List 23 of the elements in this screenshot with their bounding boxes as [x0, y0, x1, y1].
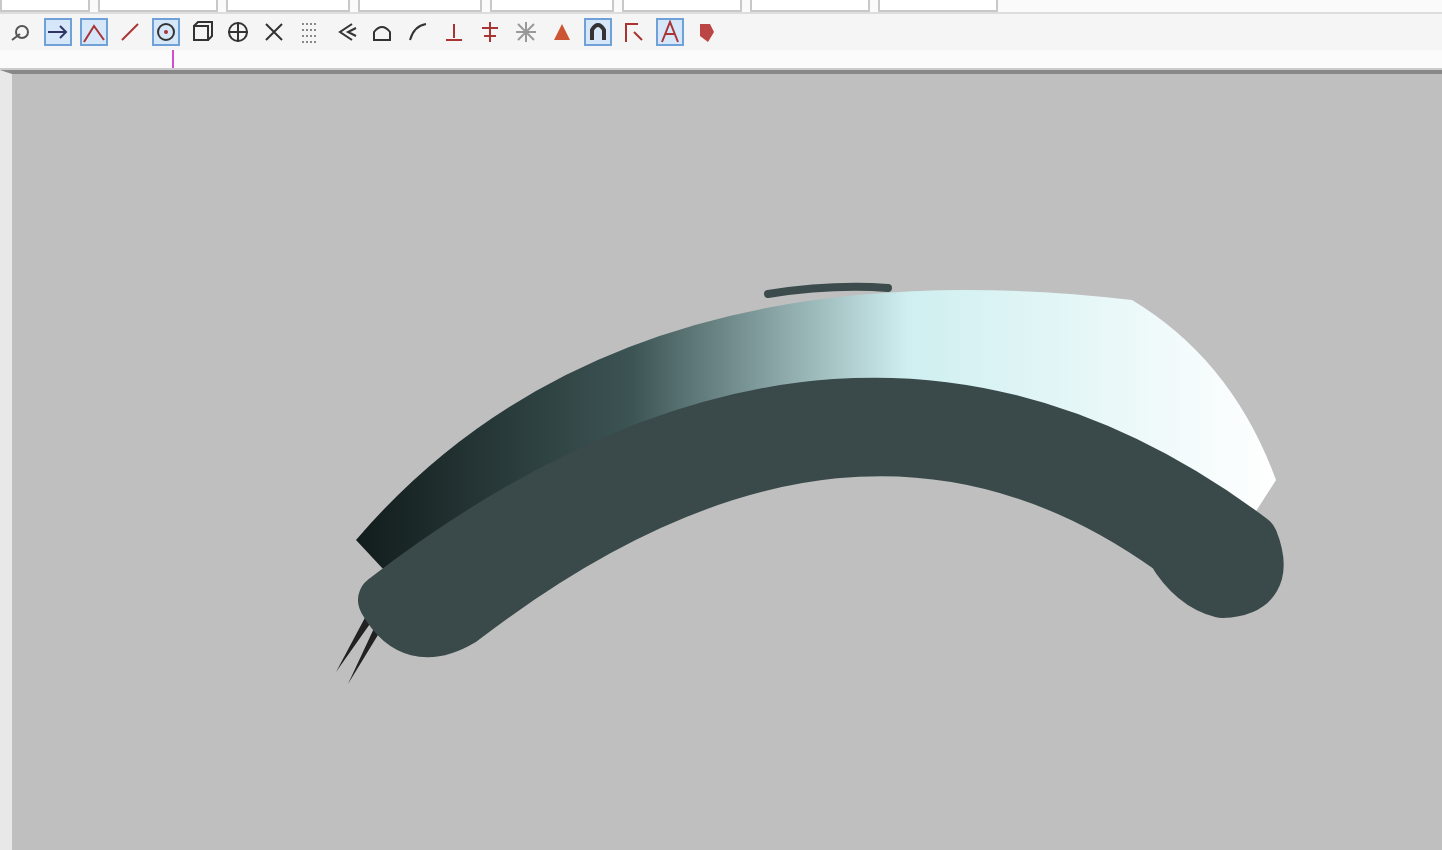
line-tool-button[interactable]	[116, 18, 144, 46]
cube-tool-button[interactable]	[188, 18, 216, 46]
crosshair-tool-button[interactable]	[224, 18, 252, 46]
dropdown-field[interactable]	[226, 0, 350, 12]
tee-tool-button[interactable]	[440, 18, 468, 46]
dropdown-field[interactable]	[0, 0, 90, 12]
dropdown-field[interactable]	[878, 0, 998, 12]
magnet-tool-button[interactable]	[584, 18, 612, 46]
cursor-marker	[172, 50, 174, 68]
letter-tool-button[interactable]	[656, 18, 684, 46]
angle-tool-button[interactable]	[80, 18, 108, 46]
cross-tool-button[interactable]	[260, 18, 288, 46]
arrow-tool-button[interactable]	[44, 18, 72, 46]
dropdown-field[interactable]	[490, 0, 614, 12]
curve-tool-button[interactable]	[404, 18, 432, 46]
dropdown-field[interactable]	[358, 0, 482, 12]
star-tool-button[interactable]	[512, 18, 540, 46]
dropdown-field[interactable]	[750, 0, 870, 12]
dropdown-field[interactable]	[622, 0, 742, 12]
circle-tool-button[interactable]	[152, 18, 180, 46]
dropdown-field[interactable]	[98, 0, 218, 12]
corner-tool-button[interactable]	[620, 18, 648, 46]
teecross-tool-button[interactable]	[476, 18, 504, 46]
